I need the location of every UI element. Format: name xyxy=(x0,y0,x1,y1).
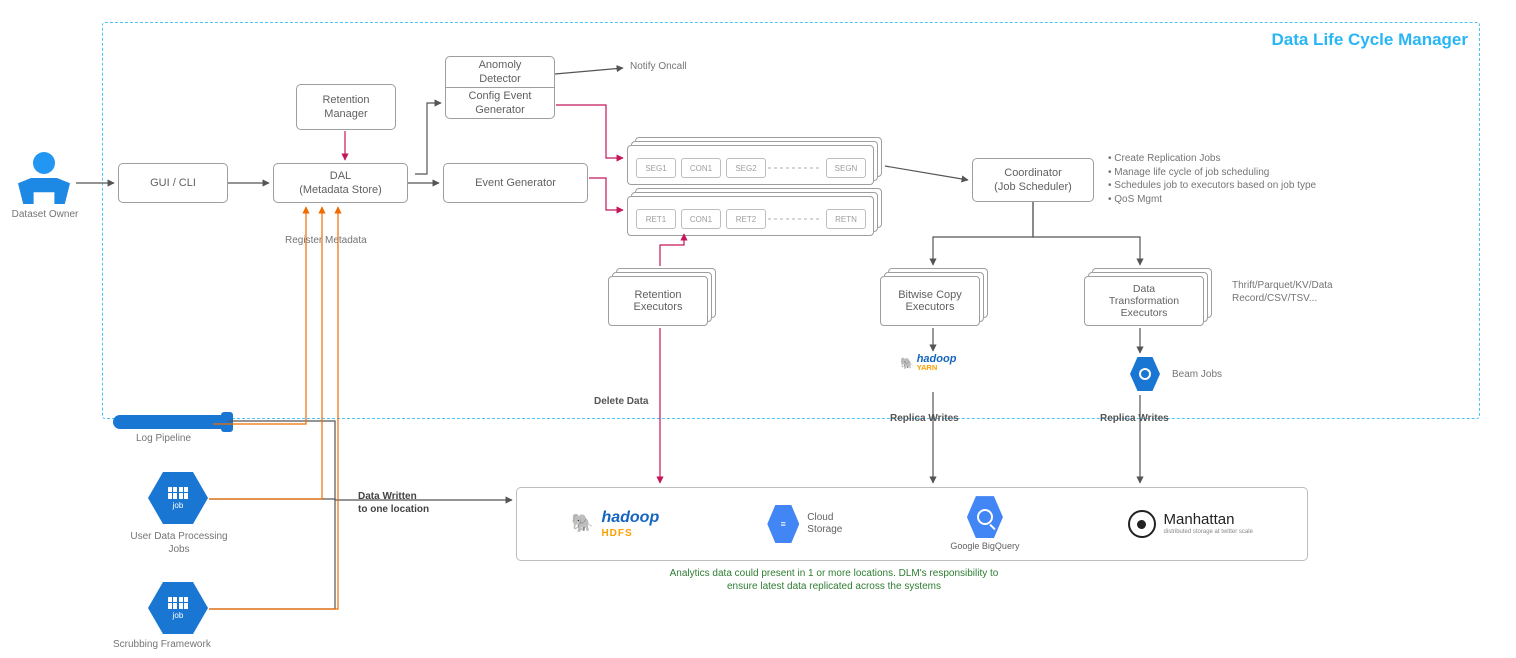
segn-chip: SEGN xyxy=(826,158,866,178)
replica-writes-1-label: Replica Writes xyxy=(890,412,959,425)
delete-data-label: Delete Data xyxy=(594,395,648,408)
dataset-owner-icon xyxy=(18,152,70,204)
scrubbing-framework-label: Scrubbing Framework xyxy=(113,638,211,651)
log-pipeline-label: Log Pipeline xyxy=(136,432,191,445)
gui-cli-box: GUI / CLI xyxy=(118,163,228,203)
bitwise-exec-stack: Bitwise Copy Executors xyxy=(880,268,988,326)
bigquery-icon: Google BigQuery xyxy=(950,496,1019,552)
config-event-gen-box: Config Event Generator xyxy=(445,87,555,119)
coordinator-box: Coordinator (Job Scheduler) xyxy=(972,158,1094,202)
log-pipeline-icon xyxy=(113,415,223,429)
hadoop-hdfs-icon: 🐘 hadoop HDFS xyxy=(571,508,659,539)
seg1-chip: SEG1 xyxy=(636,158,676,178)
replica-writes-2-label: Replica Writes xyxy=(1100,412,1169,425)
seg2-chip: SEG2 xyxy=(726,158,766,178)
event-generator-box: Event Generator xyxy=(443,163,588,203)
retention-exec-stack: Retention Executors xyxy=(608,268,716,326)
beam-jobs-label: Beam Jobs xyxy=(1172,368,1222,381)
user-jobs-hexagon-icon: job xyxy=(148,472,208,524)
data-written-label: Data Written to one location xyxy=(358,490,429,516)
diagram-title: Data Life Cycle Manager xyxy=(1271,30,1468,50)
ret2-chip: RET2 xyxy=(726,209,766,229)
storage-systems-container: 🐘 hadoop HDFS ≡ Cloud Storage Google Big… xyxy=(516,487,1308,561)
ret1-chip: RET1 xyxy=(636,209,676,229)
manhattan-icon: Manhattandistributed storage at twitter … xyxy=(1128,510,1253,538)
dataset-owner-label: Dataset Owner xyxy=(10,208,80,221)
data-transform-exec-stack: Data Transformation Executors xyxy=(1084,268,1212,326)
gcs-icon: ≡ Cloud Storage xyxy=(767,505,842,543)
dal-box: DAL (Metadata Store) xyxy=(273,163,408,203)
notify-oncall-label: Notify Oncall xyxy=(630,60,687,73)
retn-chip: RETN xyxy=(826,209,866,229)
thrift-label: Thrift/Parquet/KV/Data Record/CSV/TSV... xyxy=(1232,279,1333,305)
con1b-chip: CON1 xyxy=(681,209,721,229)
register-metadata-label: Register Metadata xyxy=(285,234,367,247)
hadoop-yarn-icon: 🐘 hadoop YARN xyxy=(900,355,956,372)
scrubbing-hexagon-icon: job xyxy=(148,582,208,634)
user-jobs-label: User Data Processing Jobs xyxy=(116,530,242,556)
con1-chip: CON1 xyxy=(681,158,721,178)
retention-manager-box: Retention Manager xyxy=(296,84,396,130)
footnote-label: Analytics data could present in 1 or mor… xyxy=(584,567,1084,593)
coordinator-bullets: • Create Replication Jobs• Manage life c… xyxy=(1108,152,1368,206)
anomaly-detector-box: Anomoly Detector xyxy=(445,56,555,88)
